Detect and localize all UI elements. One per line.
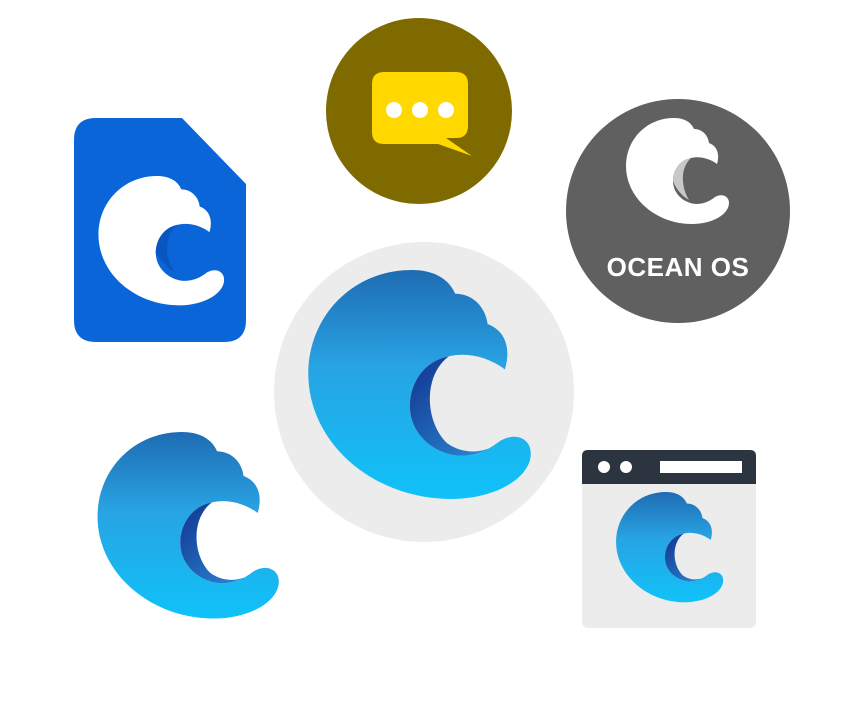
icon-collage: OCEAN OS [74,18,790,628]
wave-logo-large-icon[interactable] [274,242,574,542]
sim-card-icon[interactable] [74,118,246,342]
wave-logo-icon[interactable] [97,432,279,619]
chat-bubble-icon[interactable] [326,18,512,204]
browser-dot-icon [620,461,632,473]
browser-window-icon[interactable] [582,450,756,628]
ocean-os-label: OCEAN OS [607,252,750,282]
browser-dot-icon [598,461,610,473]
ocean-os-badge-icon[interactable]: OCEAN OS [566,99,790,323]
address-bar [660,461,742,473]
